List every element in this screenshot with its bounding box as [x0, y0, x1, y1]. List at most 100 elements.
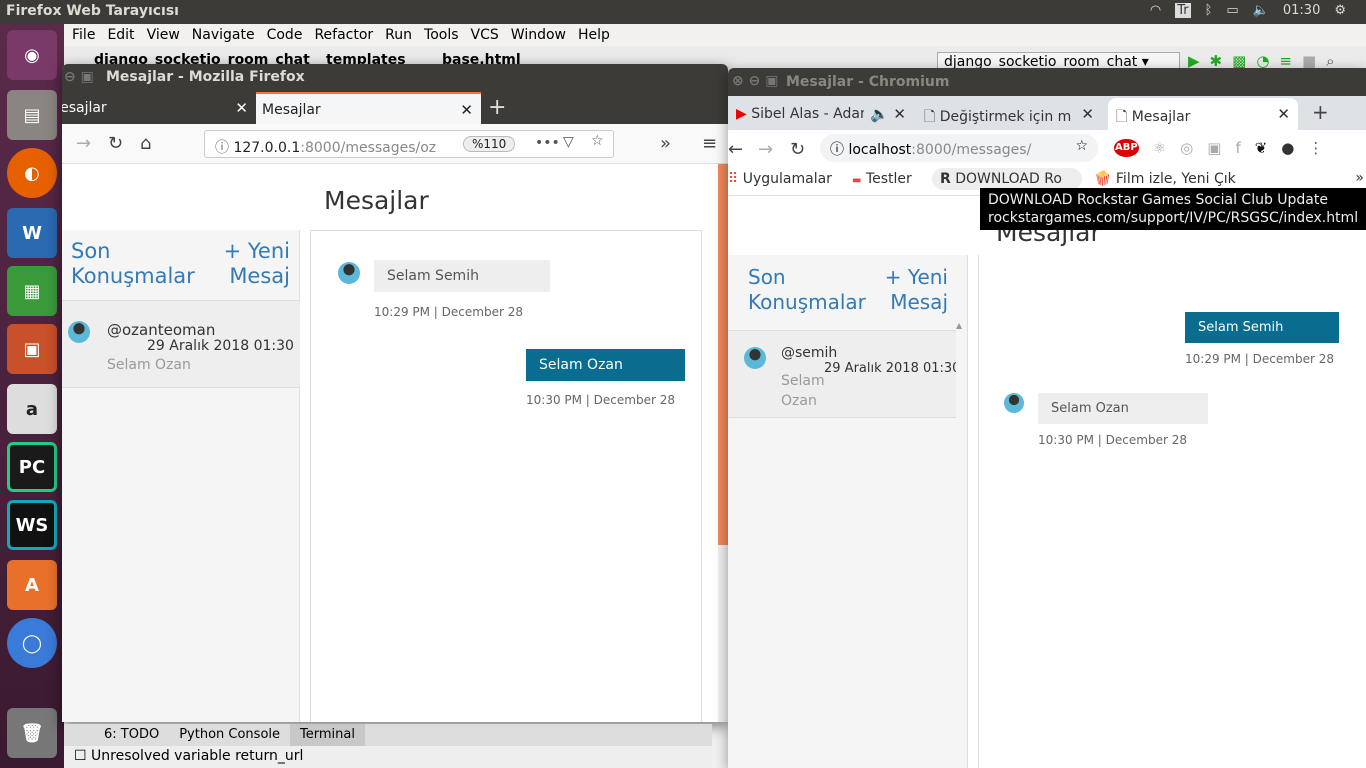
url-bar[interactable]: ⓘ 127.0.0.1:8000/messages/oz %110 ••• ▽ …: [204, 130, 614, 158]
react-icon[interactable]: ⚛: [1153, 139, 1166, 157]
conversation-user: @ozanteoman: [107, 321, 216, 339]
window-controls[interactable]: ⊗ ⊖ ▣: [732, 73, 778, 89]
url-host: 127.0.0.1: [233, 140, 301, 156]
omnibox[interactable]: ⓘ localhost:8000/messages/ ☆: [820, 134, 1098, 162]
message-time: 10:29 PM | December 28: [1185, 352, 1334, 366]
system-tray[interactable]: ◠ Tr ᛒ ▭ 🔈 01:30 ⚙: [1150, 3, 1346, 18]
pocket-icon[interactable]: ▽: [563, 134, 574, 150]
chromium-icon[interactable]: ◯: [7, 618, 57, 668]
menu-run[interactable]: Run: [385, 27, 412, 43]
close-tab-icon[interactable]: ✕: [235, 99, 248, 117]
gnome-icon[interactable]: ❦: [1255, 139, 1268, 157]
clock[interactable]: 01:30: [1283, 3, 1320, 18]
overflow-icon[interactable]: »: [660, 133, 671, 154]
bookmark-star-icon[interactable]: ☆: [1075, 138, 1088, 154]
software-center-icon[interactable]: A: [7, 560, 57, 610]
menu-edit[interactable]: Edit: [107, 27, 134, 43]
tab-mesajlar-2[interactable]: Mesajlar ✕: [256, 92, 481, 124]
firefox-icon[interactable]: ◐: [7, 148, 57, 198]
home-icon[interactable]: ⌂: [140, 133, 151, 154]
tab-mesajlar[interactable]: 🗋 Mesajlar ✕: [1108, 98, 1298, 130]
bookmark-rockstar[interactable]: R DOWNLOAD Ro: [932, 168, 1082, 190]
close-tab-icon[interactable]: 🔈 ✕: [863, 105, 906, 123]
conversation-list: Son Konuşmalar + Yeni Mesaj @ozanteoman …: [62, 230, 300, 722]
message-bubble-incoming: Selam Ozan: [1038, 393, 1208, 424]
profile-avatar[interactable]: ●: [1281, 139, 1294, 157]
keyboard-layout[interactable]: Tr: [1175, 3, 1191, 18]
bookmark-label: Testler: [865, 171, 912, 187]
close-tab-icon[interactable]: ✕: [1277, 105, 1290, 123]
menu-vcs[interactable]: VCS: [471, 27, 499, 43]
wifi-icon[interactable]: ◠: [1150, 3, 1161, 18]
close-tab-icon[interactable]: ✕: [460, 101, 473, 119]
new-message-link[interactable]: + Yeni Mesaj: [878, 265, 948, 315]
back-icon[interactable]: ←: [728, 139, 743, 160]
new-tab-icon[interactable]: +: [488, 95, 506, 120]
forward-icon[interactable]: →: [76, 133, 91, 154]
info-icon[interactable]: ⓘ: [215, 140, 233, 156]
menu-file[interactable]: File: [72, 27, 95, 43]
ubuntu-dash-icon[interactable]: ◉: [7, 30, 57, 80]
tab-mesajlar-1[interactable]: Mesajlar ✕: [62, 92, 256, 124]
power-icon[interactable]: ⚙: [1334, 3, 1346, 18]
tab-youtube[interactable]: ▶ Sibel Alas - Adam 🔈 ✕: [728, 98, 914, 130]
menu-window[interactable]: Window: [511, 27, 566, 43]
status-toggle-icon[interactable]: ☐: [74, 748, 91, 764]
menu-help[interactable]: Help: [578, 27, 610, 43]
todo-tab[interactable]: 6: TODO: [94, 724, 169, 746]
calc-icon[interactable]: ▦: [7, 266, 57, 316]
scrollbar[interactable]: ▲: [956, 321, 966, 768]
conversation-item[interactable]: @semih 29 Aralık 2018 01:30 Selam Ozan: [728, 330, 966, 418]
conversation-item[interactable]: @ozanteoman 29 Aralık 2018 01:30 Selam O…: [62, 300, 300, 388]
facebook-icon[interactable]: f: [1235, 139, 1240, 157]
writer-icon[interactable]: W: [7, 208, 57, 258]
menu-icon[interactable]: ≡: [702, 133, 717, 154]
scrollbar-thumb[interactable]: [718, 164, 728, 545]
forward-icon[interactable]: →: [758, 139, 773, 160]
bookmark-apps[interactable]: ⠿ Uygulamalar: [728, 171, 832, 187]
menu-code[interactable]: Code: [267, 27, 303, 43]
new-message-link[interactable]: + Yeni Mesaj: [208, 239, 290, 289]
menu-refactor[interactable]: Refactor: [314, 27, 373, 43]
minimize-icon[interactable]: ⊖ ▣: [64, 69, 94, 85]
menu-tools[interactable]: Tools: [424, 27, 459, 43]
bluetooth-icon[interactable]: ᛒ: [1205, 3, 1213, 18]
webstorm-icon[interactable]: WS: [7, 500, 57, 550]
bookmarks-overflow-icon[interactable]: »: [1355, 170, 1364, 186]
amazon-icon[interactable]: a: [7, 384, 57, 434]
bookmark-testler[interactable]: ▬ Testler: [852, 171, 912, 187]
scrollbar[interactable]: [718, 164, 728, 722]
chat-extension-icon[interactable]: ▣: [1207, 139, 1221, 157]
chromium-tab-bar: ▶ Sibel Alas - Adam 🔈 ✕ 🗋 Değiştirmek içi…: [728, 96, 1366, 130]
adblock-icon[interactable]: ABP: [1114, 139, 1139, 157]
menu-icon[interactable]: ⋮: [1308, 139, 1323, 157]
close-tab-icon[interactable]: ✕: [1081, 105, 1094, 123]
message-bubble-incoming: Selam Semih: [374, 260, 550, 292]
page-actions-icon[interactable]: •••: [535, 135, 560, 151]
bookmark-label: Uygulamalar: [742, 171, 832, 187]
files-icon[interactable]: ▤: [7, 90, 57, 140]
reload-icon[interactable]: ↻: [108, 133, 123, 154]
zoom-indicator[interactable]: %110: [463, 136, 516, 152]
pycharm-icon[interactable]: PC: [7, 442, 57, 492]
tab-degistirmek[interactable]: 🗋 Değiştirmek için m ✕: [916, 98, 1102, 130]
battery-icon[interactable]: ▭: [1226, 3, 1238, 18]
firefox-titlebar: ⊖ ▣ Mesajlar - Mozilla Firefox: [62, 64, 728, 92]
menu-navigate[interactable]: Navigate: [192, 27, 255, 43]
impress-icon[interactable]: ▣: [7, 324, 57, 374]
tab-label: Sibel Alas - Adam: [751, 106, 874, 122]
extension-icon[interactable]: ◎: [1180, 139, 1193, 157]
new-tab-icon[interactable]: +: [1312, 100, 1329, 124]
python-console-tab[interactable]: Python Console: [169, 724, 290, 746]
bookmark-film[interactable]: 🍿 Film izle, Yeni Çık: [1094, 171, 1236, 187]
status-message: Unresolved variable return_url: [91, 748, 304, 764]
menu-view[interactable]: View: [147, 27, 180, 43]
trash-icon[interactable]: 🗑: [7, 708, 57, 758]
plus-icon: +: [223, 239, 242, 263]
conversation-date: 29 Aralık 2018 01:30: [824, 361, 961, 376]
bookmark-star-icon[interactable]: ☆: [591, 133, 604, 149]
volume-icon[interactable]: 🔈: [1253, 3, 1269, 18]
terminal-tab[interactable]: Terminal: [290, 724, 365, 746]
reload-icon[interactable]: ↻: [790, 139, 805, 160]
message-time: 10:30 PM | December 28: [526, 393, 675, 407]
